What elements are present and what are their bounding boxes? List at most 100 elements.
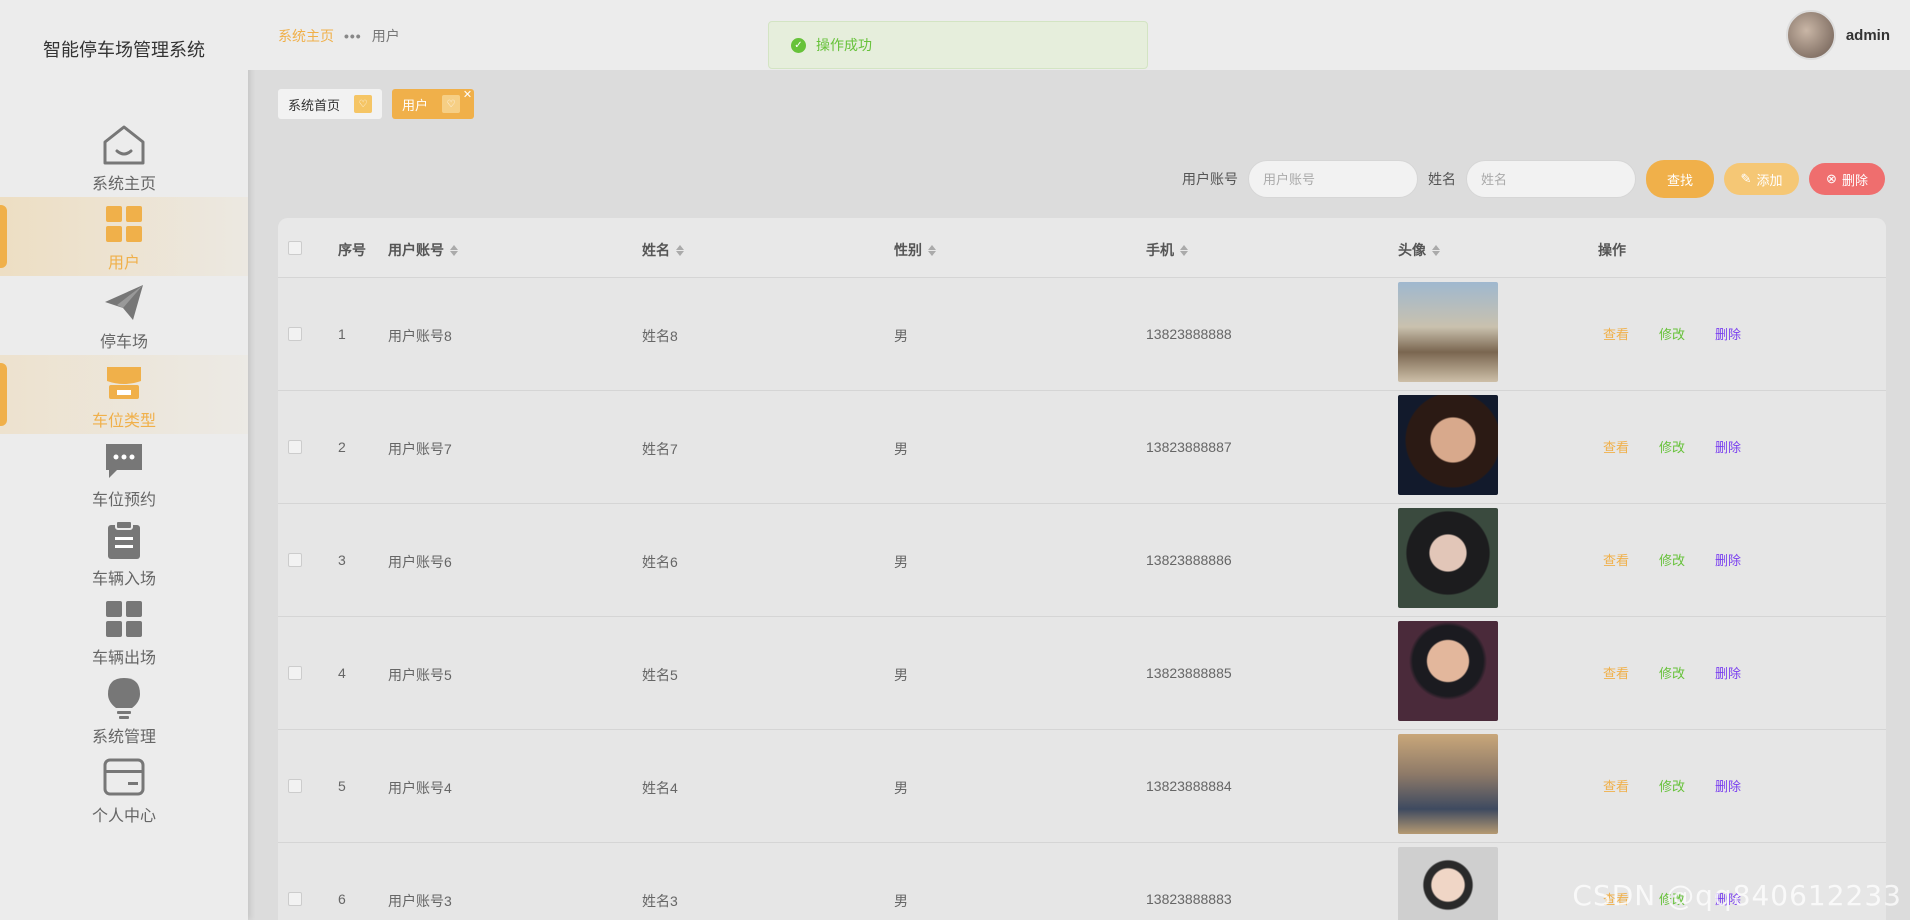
find-button[interactable]: 查找 [1646,160,1714,198]
cell-account: 用户账号3 [388,893,452,909]
edit-link[interactable]: 修改 [1659,663,1685,682]
column-header-avatar[interactable]: 头像 [1398,240,1440,260]
watermark: CSDN @qq840612233 [1572,879,1902,912]
cell-index: 1 [338,326,346,342]
account-search-input[interactable] [1248,160,1418,198]
tab-users[interactable]: 用户 ♡ ✕ [392,88,475,119]
bulb-icon [101,675,147,721]
select-all-checkbox[interactable] [288,241,302,255]
cell-phone: 13823888884 [1146,778,1232,794]
user-photo [1398,847,1498,920]
delete-link[interactable]: 删除 [1715,663,1741,682]
heart-icon: ♡ [442,95,461,113]
sort-icon[interactable] [1432,244,1440,256]
view-link[interactable]: 查看 [1603,437,1629,456]
grid-icon [101,596,147,642]
sidebar-item-label: 车辆入场 [91,570,156,588]
column-header-name[interactable]: 姓名 [642,240,684,260]
breadcrumb-current: 用户 [371,28,400,44]
clipboard-icon [101,517,147,563]
sidebar-item-vehicle-entry[interactable]: 车辆入场 [0,513,248,592]
tab-home[interactable]: 系统首页 ♡ [278,89,383,119]
sort-icon[interactable] [676,244,684,256]
sort-icon[interactable] [1180,244,1188,256]
cell-account: 用户账号7 [388,441,452,457]
card-icon [101,754,147,800]
edit-link[interactable]: 修改 [1659,550,1685,569]
delete-button[interactable]: ⊗ 删除 [1809,163,1885,195]
cell-index: 4 [338,665,346,681]
cell-index: 6 [338,891,346,907]
avatar[interactable] [1785,10,1836,60]
user-photo [1398,621,1498,721]
find-button-label: 查找 [1666,172,1693,188]
cell-index: 3 [338,552,346,568]
row-checkbox[interactable] [288,666,302,680]
table-row: 3 用户账号6 姓名6 男 13823888886 查看 修改 删除 [278,504,1886,617]
delete-link[interactable]: 删除 [1715,437,1741,456]
sort-icon[interactable] [928,244,936,256]
edit-link[interactable]: 修改 [1659,776,1685,795]
row-checkbox[interactable] [288,892,302,906]
username[interactable]: admin [1846,27,1890,44]
sidebar-item-profile[interactable]: 个人中心 [0,750,248,829]
view-link[interactable]: 查看 [1603,663,1629,682]
delete-link[interactable]: 删除 [1715,550,1741,569]
column-header-label: 姓名 [642,242,670,258]
sidebar-item-reservation[interactable]: 车位预约 [0,434,248,513]
circle-x-icon: ⊗ [1826,171,1837,186]
cell-name: 姓名5 [642,667,678,683]
tab-label: 用户 [402,97,429,113]
success-toast: ✓ 操作成功 [768,21,1148,69]
row-checkbox[interactable] [288,327,302,341]
row-checkbox[interactable] [288,553,302,567]
sidebar-nav: 系统主页 用户 停车场 车位类型 车位预约 车辆入场 车辆出场 系统管理 个人中… [0,118,248,829]
cell-account: 用户账号8 [388,328,452,344]
cell-phone: 13823888883 [1146,891,1232,907]
table-header: 序号 用户账号 姓名 性别 手机 头像 操作 [278,218,1886,278]
sidebar-item-system[interactable]: 系统管理 [0,671,248,750]
search-bar: 用户账号 姓名 查找 ✎ 添加 ⊗ 删除 [1182,160,1885,198]
column-header-index: 序号 [338,240,366,260]
column-header-label: 头像 [1398,242,1426,258]
sidebar-item-label: 车位预约 [91,491,156,509]
row-checkbox[interactable] [288,440,302,454]
delete-link[interactable]: 删除 [1715,324,1741,343]
row-checkbox[interactable] [288,779,302,793]
store-icon [101,359,147,405]
sidebar-item-home[interactable]: 系统主页 [0,118,248,197]
edit-link[interactable]: 修改 [1659,437,1685,456]
cell-account: 用户账号5 [388,667,452,683]
sidebar-item-parking-lot[interactable]: 停车场 [0,276,248,355]
delete-link[interactable]: 删除 [1715,776,1741,795]
cell-index: 2 [338,439,346,455]
column-header-phone[interactable]: 手机 [1146,240,1188,260]
user-menu[interactable]: admin [1785,10,1890,60]
sidebar-item-label: 个人中心 [91,807,156,825]
sidebar-item-label: 车位类型 [91,412,156,430]
breadcrumb-home-link[interactable]: 系统主页 [278,26,334,46]
table-row: 5 用户账号4 姓名4 男 13823888884 查看 修改 删除 [278,730,1886,843]
sidebar-item-users[interactable]: 用户 [0,197,248,276]
edit-link[interactable]: 修改 [1659,324,1685,343]
cell-gender: 男 [894,667,908,683]
sort-icon[interactable] [450,244,458,256]
column-header-account[interactable]: 用户账号 [388,240,458,260]
name-search-input[interactable] [1466,160,1636,198]
sidebar-item-vehicle-exit[interactable]: 车辆出场 [0,592,248,671]
view-link[interactable]: 查看 [1603,324,1629,343]
heart-icon: ♡ [354,95,373,113]
view-link[interactable]: 查看 [1603,550,1629,569]
column-header-label: 序号 [338,242,366,258]
view-link[interactable]: 查看 [1603,776,1629,795]
close-icon[interactable]: ✕ [463,88,472,101]
column-header-gender[interactable]: 性别 [894,240,936,260]
sidebar-item-space-type[interactable]: 车位类型 [0,355,248,434]
user-photo [1398,395,1498,495]
cell-account: 用户账号4 [388,780,452,796]
sidebar-item-label: 停车场 [99,333,148,351]
sidebar-item-label: 车辆出场 [91,649,156,667]
add-button[interactable]: ✎ 添加 [1724,163,1799,195]
cell-phone: 13823888885 [1146,665,1232,681]
cell-gender: 男 [894,554,908,570]
